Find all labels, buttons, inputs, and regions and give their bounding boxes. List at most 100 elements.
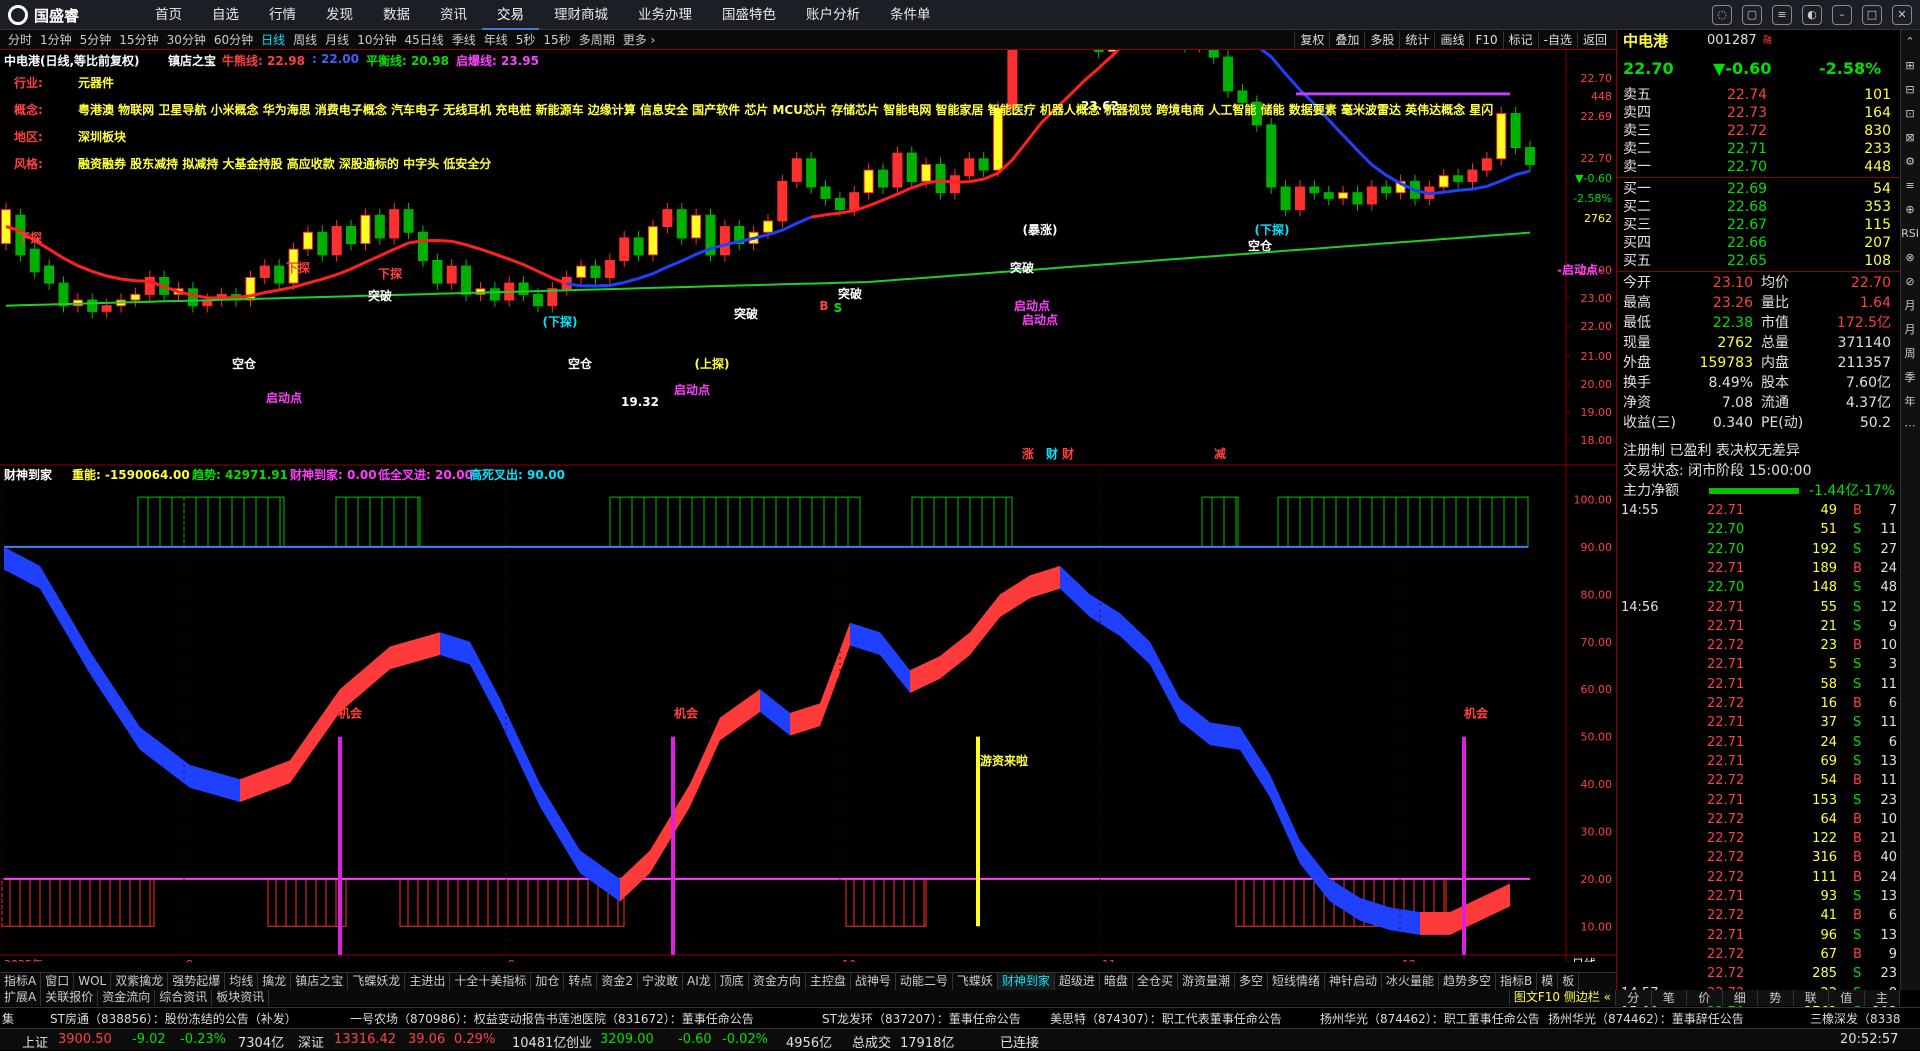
period-tab[interactable]: 45日线 [400,30,447,50]
news-item[interactable]: 美思特（874307）：职工代表董事任命公告 [1050,1010,1282,1027]
period-tab[interactable]: 年线 [480,30,512,50]
news-item[interactable]: 扬州华光（874462）：董事辞任公告 [1548,1010,1744,1027]
maximize-icon[interactable]: □ [1862,5,1882,25]
news-item[interactable]: 三橡深发（8338 [1810,1010,1901,1027]
menu-item[interactable]: 账户分析 [791,0,875,30]
news-item[interactable]: 莲池医院（831672）：董事任命公告 [558,1010,754,1027]
indicator-tab[interactable]: 飞蝶妖龙 [348,973,406,990]
indicator-tab[interactable]: 暗盘 [1100,973,1133,990]
indicator-tab[interactable]: 加仓 [531,973,565,990]
indicator-tab[interactable]: 指标A [0,973,42,990]
quote-tab[interactable]: 主 [1865,990,1900,1006]
menu-item[interactable]: 数据 [368,0,425,30]
period-tab[interactable]: 5分钟 [76,30,116,50]
extension-tab[interactable]: 关联报价 [41,990,99,1006]
menu-item[interactable]: 发现 [311,0,368,30]
side-tool-icon[interactable]: 年 [1901,390,1919,414]
indicator-tab[interactable]: 全仓买 [1133,973,1178,990]
chart-tool-button[interactable]: -自选 [1537,31,1577,49]
indicator-tab[interactable]: 冰火量能 [1382,973,1440,990]
indicator-tab[interactable]: 动能二号 [896,973,953,990]
chart-tool-button[interactable]: 标记 [1502,31,1538,49]
chart-tool-button[interactable]: 多股 [1364,31,1399,49]
period-tab[interactable]: 日线 [257,30,289,50]
news-item[interactable]: 一号农场（870986）：权益变动报告书 [350,1010,558,1027]
indicator-tab[interactable]: 顶底 [716,973,749,990]
indicator-tab[interactable]: 均线 [225,973,259,990]
quote-tab[interactable]: 联 [1794,990,1829,1006]
extension-tab[interactable]: 综合资讯 [155,990,213,1006]
period-tab[interactable]: 月线 [321,30,353,50]
indicator-tab[interactable]: 多空 [1235,973,1268,990]
side-tool-icon[interactable]: 月 [1901,294,1919,318]
side-tool-icon[interactable]: ⊗ [1901,246,1919,270]
indicator-tab[interactable]: 飞蝶妖 [953,973,998,990]
extension-tab[interactable]: 扩展A [0,990,42,1006]
indicator-tab[interactable]: 资金方向 [749,973,806,990]
skin-icon[interactable]: ◐ [1802,5,1822,25]
indicator-tab[interactable]: 窗口 [41,973,75,990]
chart-tool-button[interactable]: 统计 [1399,31,1434,49]
menu-item[interactable]: 行情 [254,0,311,30]
side-tool-icon[interactable]: ⚙ [1901,150,1919,174]
side-tool-icon[interactable]: 周 [1901,342,1919,366]
quote-tab[interactable]: 值 [1829,990,1865,1006]
indicator-tab[interactable]: WOL [74,973,112,990]
side-tool-icon[interactable]: ⊡ [1901,102,1919,126]
side-tool-icon[interactable]: ⊟ [1901,78,1919,102]
indicator-tab[interactable]: 资金2 [597,973,639,990]
chart-tool-button[interactable]: F10 [1469,31,1502,49]
chart-tool-button[interactable]: 画线 [1434,31,1469,49]
extension-tab[interactable]: 资金流向 [98,990,156,1006]
indicator-tab[interactable]: 宁波敢 [638,973,684,990]
quote-tab[interactable]: 价 [1687,990,1723,1006]
indicator-tab[interactable]: AI龙 [683,973,716,990]
menu-item[interactable]: 自选 [197,0,254,30]
indicator-tab[interactable]: 板 [1558,973,1580,990]
extension-tab[interactable]: 板块资讯 [212,990,270,1006]
indicator-tab[interactable]: 战神号 [851,973,896,990]
chat-icon[interactable]: ◌ [1712,5,1732,25]
menu-item[interactable]: 理财商城 [539,0,623,30]
kline-chart[interactable]: 44822.6922.70▼-0.60-2.58%276224.0023.002… [0,50,1616,962]
news-item[interactable]: 集 [2,1010,14,1027]
close-icon[interactable]: ✕ [1892,5,1912,25]
indicator-tab[interactable]: 转点 [564,973,598,990]
indicator-tab[interactable]: 趋势多空 [1439,973,1497,990]
side-tool-icon[interactable]: ⊘ [1901,270,1919,294]
indicator-tab[interactable]: 财神到家 [997,973,1055,990]
indicator-tab[interactable]: 模 [1537,973,1559,990]
side-tool-icon[interactable]: ⊕ [1901,198,1919,222]
menu-item[interactable]: 交易 [482,0,539,30]
side-tool-icon[interactable]: ⌃ [1901,30,1919,54]
indicator-tab[interactable]: 游资量潮 [1178,973,1235,990]
quote-tab[interactable]: 势 [1758,990,1794,1006]
indicator-tab[interactable]: 十全十美指标 [450,973,532,990]
indicator-tab[interactable]: 擒龙 [258,973,292,990]
menu-icon[interactable]: ≡ [1772,5,1792,25]
quote-tab[interactable]: 笔 [1652,990,1687,1006]
indicator-tab[interactable]: 主控盘 [806,973,851,990]
period-tab[interactable]: 15秒 [539,30,574,50]
side-tool-icon[interactable]: ⊞ [1901,54,1919,78]
quote-tab[interactable]: 细 [1723,990,1758,1006]
news-item[interactable]: 扬州华光（874462）：职工董事任命公告 [1320,1010,1540,1027]
menu-item[interactable]: 条件单 [875,0,946,30]
chart-tool-button[interactable]: 复权 [1294,31,1329,49]
side-tool-icon[interactable]: ≡ [1901,174,1919,198]
message-icon[interactable]: ▢ [1742,5,1762,25]
indicator-tab[interactable]: 神针启动 [1325,973,1383,990]
period-tab[interactable]: 5秒 [512,30,540,50]
quote-tab[interactable]: 分 [1616,990,1652,1006]
chart-area[interactable]: 448 22.69 22.70 ▼-0.60 -2.58% 2762 24.00 23.00 2… [0,50,1616,962]
period-tab[interactable]: 15分钟 [115,30,162,50]
side-tool-icon[interactable]: ⊠ [1901,126,1919,150]
period-tab[interactable]: 多周期 [575,30,619,50]
side-tool-icon[interactable]: 月 [1901,318,1919,342]
side-tool-icon[interactable]: ⋯ [1901,414,1919,438]
sidebar-toggle[interactable]: 图文F10 侧边栏 « [1508,990,1616,1006]
period-tab[interactable]: 10分钟 [353,30,400,50]
period-tab[interactable]: 周线 [289,30,321,50]
minimize-icon[interactable]: – [1832,5,1852,25]
side-tool-icon[interactable]: RSI [1901,222,1919,246]
